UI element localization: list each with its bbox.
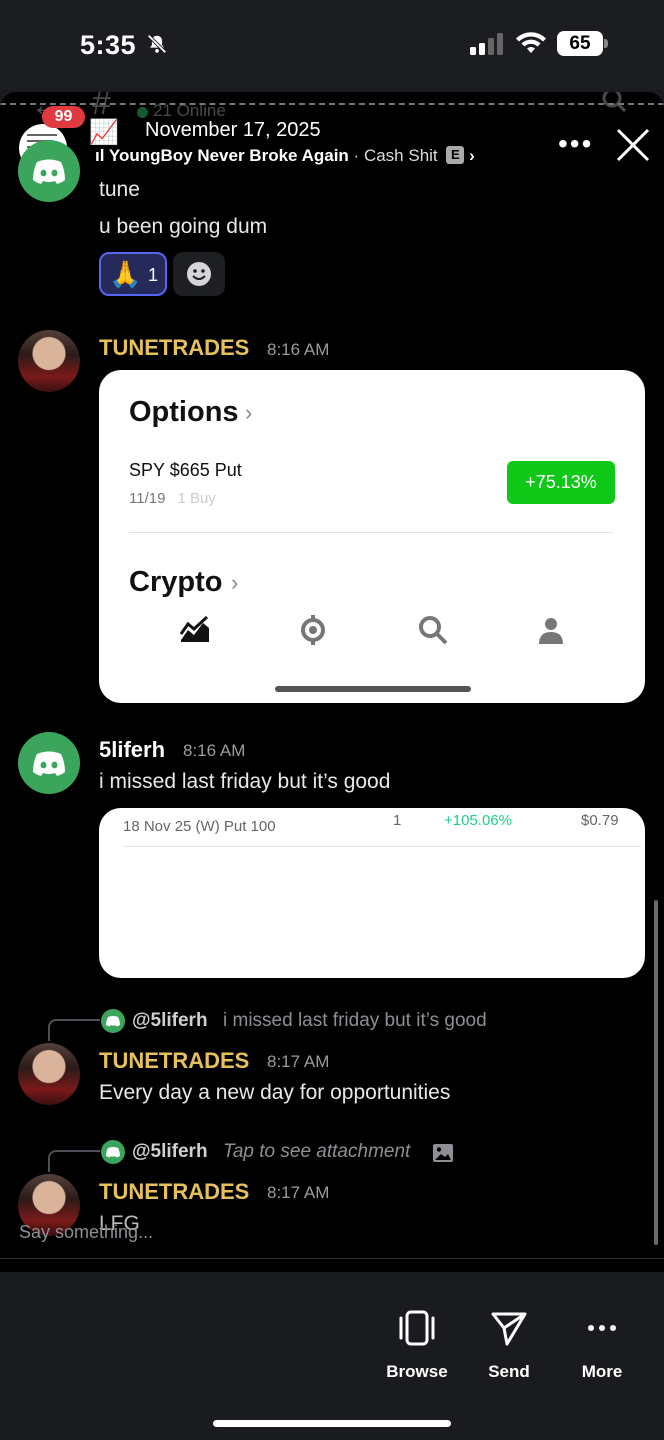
browse-button[interactable]: Browse [372,1308,462,1382]
battery-tip [604,39,608,48]
message-timestamp: 8:17 AM [267,1183,330,1202]
story-viewer[interactable]: ← # 21 Online 99 📈 November 17, 2025 ıl … [0,92,664,1272]
divider [129,532,613,533]
wifi-icon [516,32,546,53]
status-bar: 5:35 65 [0,0,664,90]
more-icon [588,1325,616,1331]
contract-pct: +105.06% [444,812,512,829]
reply-input[interactable]: Say something... [19,1222,153,1243]
explicit-badge: E [446,146,465,164]
message-text: Every day a new day for opportunities [99,1081,451,1104]
position-expiry: 11/19 1 Buy [129,490,216,507]
battery-indicator: 65 [557,31,603,56]
scrollbar[interactable] [654,900,658,1245]
home-indicator[interactable] [213,1420,451,1427]
story-progress-bar [0,103,664,105]
chevron-right-icon: › [469,146,475,165]
reply-author[interactable]: @5liferh [132,1141,208,1163]
avatar-discord[interactable] [18,140,80,202]
reply-avatar [101,1140,125,1164]
message-author[interactable]: 5liferh [99,737,165,763]
bottom-action-bar: Browse Send More [0,1272,664,1440]
separator: · [353,146,360,165]
divider [123,846,641,847]
options-heading: Options [129,396,239,428]
discord-logo-icon [33,159,65,184]
message-text: i missed last friday but it’s good [99,770,391,793]
reply-author[interactable]: @5liferh [132,1010,208,1032]
message-author[interactable]: TUNETRADES [99,335,249,361]
message-text: tune [99,178,140,201]
status-time: 5:35 [80,30,137,60]
message-timestamp: 8:16 AM [267,340,330,359]
contract-qty: 1 [393,812,402,829]
song-title: Cash Shit [363,146,438,165]
send-button[interactable]: Send [464,1308,554,1382]
reply-preview[interactable]: i missed last friday but it’s good [223,1010,487,1032]
online-status-dot [137,107,148,118]
reaction-pray[interactable]: 🙏 1 [99,252,167,296]
person-icon [539,618,563,644]
story-date: November 17, 2025 [145,119,321,141]
image-attachment-trade-row[interactable]: 18 Nov 25 (W) Put 100 1 +105.06% $0.79 [99,808,645,978]
reply-connector [48,1019,100,1041]
gain-badge: +75.13% [507,461,615,504]
contract-price: $0.79 [581,812,619,829]
chevron-right-icon: › [231,570,239,595]
image-icon [433,1144,453,1162]
chevron-right-icon: › [245,400,253,425]
discord-logo-icon [106,1016,120,1027]
artist-name: YoungBoy Never Broke Again [108,146,349,165]
home-indicator [275,686,471,692]
message-author[interactable]: TUNETRADES [99,1179,249,1205]
bell-slash-icon [147,34,167,54]
message-timestamp: 8:17 AM [267,1052,330,1071]
image-attachment-options[interactable]: Options › SPY $665 Put 11/19 1 Buy +75.13… [99,370,645,703]
chart-increasing-icon: 📈 [89,119,119,146]
unread-badge: 99 [42,106,85,128]
avatar-discord[interactable] [18,732,80,794]
message-timestamp: 8:16 AM [183,741,246,760]
divider [0,1258,664,1259]
contract-name: 18 Nov 25 (W) Put 100 [123,818,276,835]
story-music-info[interactable]: ıl YoungBoy Never Broke Again · Cash Shi… [95,146,475,166]
discord-logo-icon [33,751,65,776]
crypto-heading: Crypto [129,566,223,598]
search-icon [419,616,448,645]
message-author[interactable]: TUNETRADES [99,1048,249,1074]
gear-icon [301,615,325,645]
chart-icon [179,615,209,642]
send-icon [491,1312,527,1346]
close-icon[interactable] [614,126,652,164]
more-options-button[interactable]: ••• [558,128,593,160]
message-text: u been going dum [99,215,268,238]
avatar-tunetrades[interactable] [18,1043,80,1105]
reaction-count: 1 [148,265,159,285]
cellular-signal-icon [470,33,503,55]
avatar-tunetrades[interactable] [18,330,80,392]
browse-icon [399,1310,435,1346]
more-label: More [581,1362,623,1381]
reply-avatar [101,1009,125,1033]
folded-hands-icon: 🙏 [109,259,142,289]
music-bars-icon: ıl [95,146,109,165]
position-name: SPY $665 Put [129,460,242,480]
more-button[interactable]: More [557,1308,647,1382]
discord-logo-icon [106,1147,120,1158]
smiley-icon [187,262,211,286]
reply-preview[interactable]: Tap to see attachment [223,1141,410,1163]
reply-connector [48,1150,100,1172]
send-label: Send [488,1362,530,1381]
add-reaction-button[interactable] [173,252,225,296]
browse-label: Browse [386,1362,448,1381]
